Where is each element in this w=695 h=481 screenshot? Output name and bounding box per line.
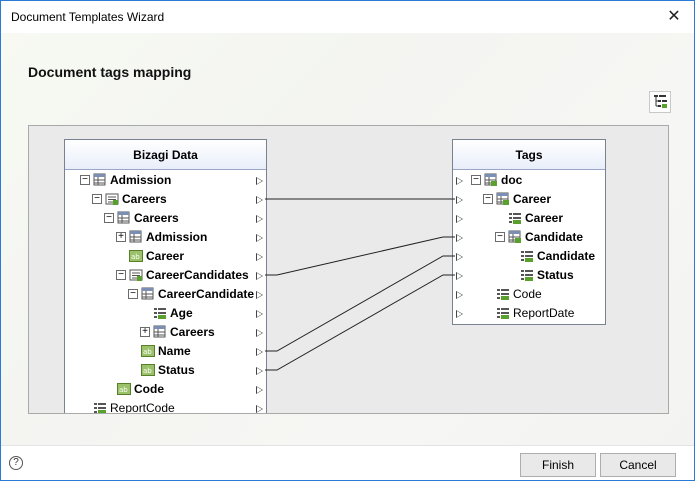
mapping-link[interactable] (265, 274, 455, 371)
wizard-window: Document Templates Wizard ✕ Document tag… (0, 0, 695, 481)
window-title: Document Templates Wizard (11, 10, 165, 24)
footer-bar: ? Finish Cancel (1, 445, 694, 480)
cancel-button[interactable]: Cancel (600, 453, 676, 477)
mapping-canvas: Bizagi Data − Admission − Careers − Careers + A… (28, 125, 669, 414)
page-title: Document tags mapping (28, 64, 192, 80)
mapping-link[interactable] (265, 255, 455, 352)
finish-button[interactable]: Finish (520, 453, 596, 477)
wizard-content: Document tags mapping Bizagi Data − Admis… (1, 33, 694, 445)
mapping-link[interactable] (265, 236, 455, 276)
help-icon[interactable]: ? (9, 456, 23, 470)
mapping-links (265, 198, 455, 371)
close-icon[interactable]: ✕ (662, 5, 686, 29)
title-bar: Document Templates Wizard ✕ (1, 1, 694, 33)
tree-layout-button[interactable] (649, 91, 671, 113)
tree-layout-icon (654, 95, 667, 108)
